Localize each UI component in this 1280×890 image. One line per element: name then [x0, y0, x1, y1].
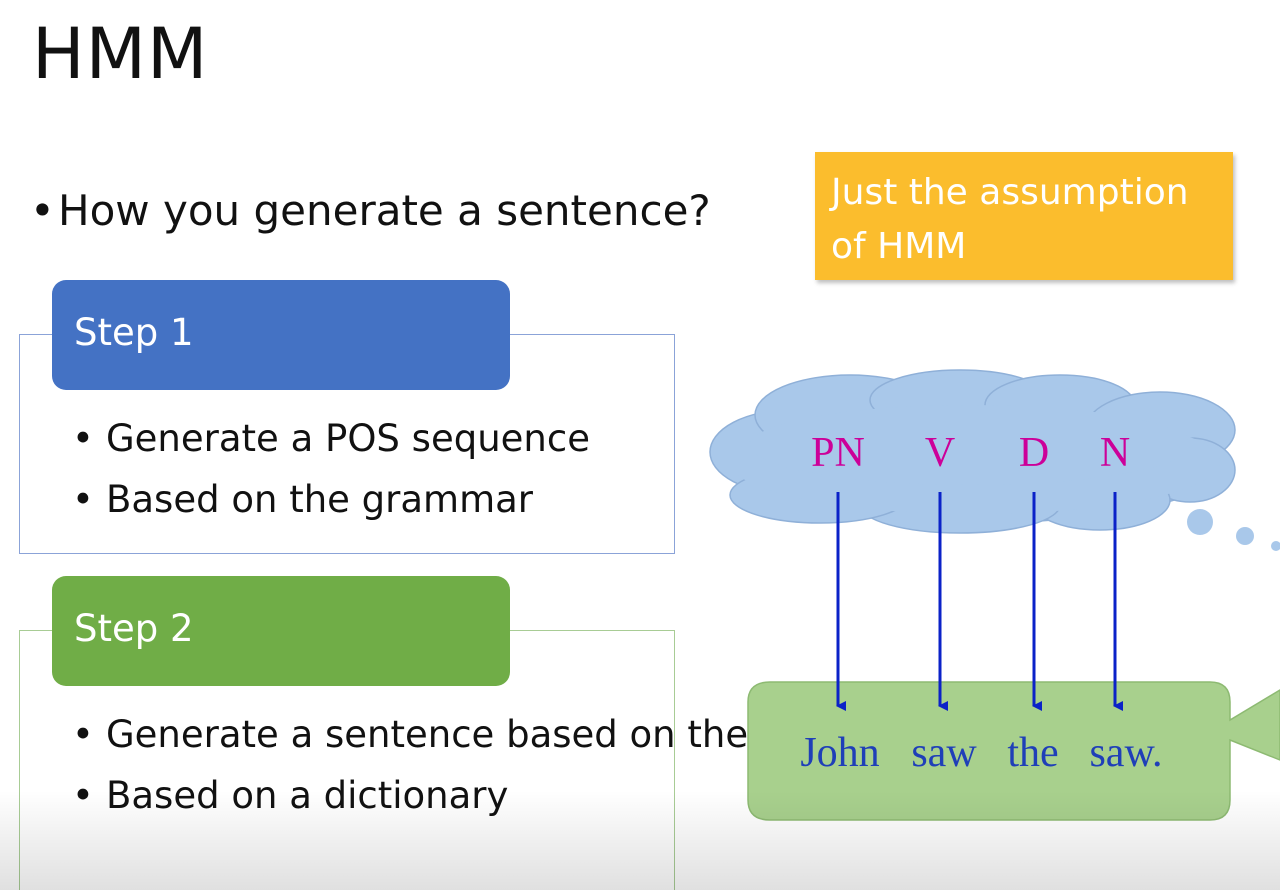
- thought-dot: [1271, 541, 1280, 551]
- sentence-word: saw.: [1089, 730, 1162, 776]
- sentence-word: John: [800, 730, 879, 776]
- pos-tag: PN: [811, 430, 865, 476]
- thought-cloud: [709, 369, 1236, 534]
- slide: HMM •How you generate a sentence? Just t…: [0, 0, 1280, 890]
- pos-tag: N: [1100, 430, 1130, 476]
- thought-dot: [1236, 527, 1254, 545]
- pos-tag: V: [925, 430, 955, 476]
- thought-dot: [1187, 509, 1213, 535]
- sentence-word: saw: [911, 730, 977, 776]
- pos-tag: D: [1019, 430, 1049, 476]
- hmm-diagram: PN V D N John saw the saw.: [709, 369, 1280, 821]
- sentence-word: the: [1007, 730, 1058, 776]
